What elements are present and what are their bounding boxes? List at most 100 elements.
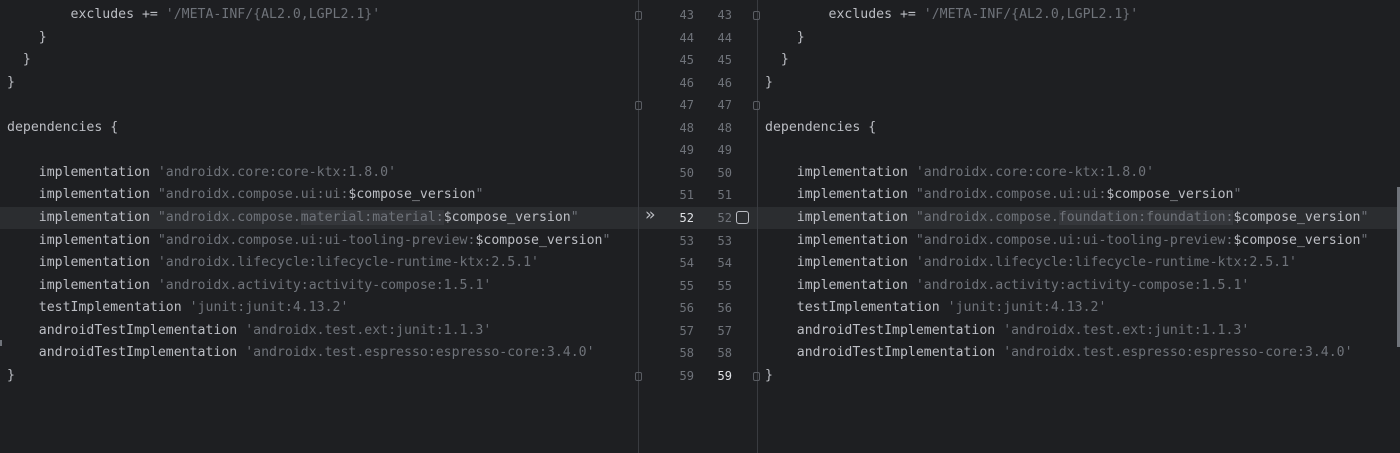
code-line[interactable]: implementation 'androidx.core:core-ktx:1… xyxy=(758,162,1400,184)
changed-text-highlight: foundation:foundation: xyxy=(1058,209,1234,225)
diff-gutter: 43 43 44 44 45 45 46 46 47 47 48 48 49 49 50 50 51 51 52 52… xyxy=(635,0,760,453)
code-text: implementation 'androidx.core:core-ktx:1… xyxy=(7,164,397,180)
code-line[interactable]: } xyxy=(758,49,1400,71)
code-line[interactable]: excludes += '/META-INF/{AL2.0,LGPL2.1}' xyxy=(758,4,1400,26)
left-line-number: 46 xyxy=(679,75,694,90)
code-line[interactable]: implementation "androidx.compose.ui:ui:$… xyxy=(758,184,1400,206)
fold-marker-left-icon[interactable] xyxy=(635,11,642,20)
code-line[interactable]: implementation "androidx.compose.ui:ui-t… xyxy=(0,230,638,252)
checkbox-icon[interactable] xyxy=(736,210,749,224)
code-line[interactable]: implementation 'androidx.lifecycle:lifec… xyxy=(758,252,1400,274)
code-text: } xyxy=(765,367,773,383)
right-line-number: 51 xyxy=(717,188,732,203)
right-line-number: 45 xyxy=(717,53,732,68)
left-editor-pane[interactable]: excludes += '/META-INF/{AL2.0,LGPL2.1}' … xyxy=(0,0,638,453)
gutter-row: 56 56 xyxy=(639,297,757,319)
code-line[interactable]: testImplementation 'junit:junit:4.13.2' xyxy=(0,297,638,319)
fold-marker-left-icon[interactable] xyxy=(635,371,642,381)
code-line[interactable]: implementation 'androidx.activity:activi… xyxy=(0,275,638,297)
code-text: implementation "androidx.compose.ui:ui-t… xyxy=(7,232,611,248)
code-line[interactable]: testImplementation 'junit:junit:4.13.2' xyxy=(758,297,1400,319)
code-line[interactable]: } xyxy=(0,49,638,71)
code-text: } xyxy=(7,52,31,68)
code-text: dependencies { xyxy=(765,119,877,135)
right-line-number: 59 xyxy=(717,368,732,383)
code-text: dependencies { xyxy=(7,119,119,135)
left-line-number: 43 xyxy=(679,8,694,22)
gutter-row: 58 58 xyxy=(639,342,757,364)
left-line-number: 53 xyxy=(679,233,694,248)
code-line[interactable]: implementation "androidx.compose.ui:ui-t… xyxy=(758,230,1400,252)
gutter-row: 53 53 xyxy=(639,230,757,252)
left-scrollbar-marker[interactable] xyxy=(0,340,2,346)
gutter-row: 43 43 xyxy=(639,4,757,26)
left-line-number: 45 xyxy=(679,53,694,68)
code-line[interactable] xyxy=(758,139,1400,161)
left-line-number: 44 xyxy=(679,30,694,45)
code-text: } xyxy=(7,74,15,90)
right-line-number: 47 xyxy=(717,98,732,113)
code-text: implementation "androidx.compose. xyxy=(765,209,1059,225)
code-text: androidTestImplementation 'androidx.test… xyxy=(765,345,1353,361)
code-line[interactable]: } xyxy=(758,365,1400,387)
code-text: implementation 'androidx.lifecycle:lifec… xyxy=(7,255,539,271)
code-text: $compose_version" xyxy=(1233,209,1369,225)
gutter-row: 54 54 xyxy=(639,252,757,274)
code-text: } xyxy=(7,29,47,45)
code-line[interactable]: implementation "androidx.compose.ui:ui:$… xyxy=(0,184,638,206)
code-line[interactable]: } xyxy=(0,365,638,387)
left-line-number: 50 xyxy=(679,165,694,180)
double-chevron-right-icon[interactable]: » xyxy=(645,206,655,223)
code-text: androidTestImplementation 'androidx.test… xyxy=(7,345,595,361)
diff-viewer: excludes += '/META-INF/{AL2.0,LGPL2.1}' … xyxy=(0,0,1400,453)
code-text: implementation 'androidx.core:core-ktx:1… xyxy=(765,164,1155,180)
code-text: excludes += '/META-INF/{AL2.0,LGPL2.1}' xyxy=(765,7,1139,22)
right-line-number: 49 xyxy=(717,143,732,158)
right-editor-pane[interactable]: excludes += '/META-INF/{AL2.0,LGPL2.1}' … xyxy=(758,0,1400,453)
left-line-number: 59 xyxy=(679,368,694,383)
gutter-row: 47 47 xyxy=(639,94,757,116)
code-line[interactable]: androidTestImplementation 'androidx.test… xyxy=(758,342,1400,364)
gutter-row: 51 51 xyxy=(639,184,757,206)
code-text: testImplementation 'junit:junit:4.13.2' xyxy=(7,300,349,316)
gutter-row: 59 59 xyxy=(639,365,757,387)
code-text: implementation "androidx.compose.ui:ui:$… xyxy=(765,187,1242,203)
left-line-number: 56 xyxy=(679,301,694,316)
code-text: implementation 'androidx.activity:activi… xyxy=(7,277,492,293)
code-line[interactable]: dependencies { xyxy=(0,117,638,139)
code-line[interactable]: implementation "androidx.compose.foundat… xyxy=(758,206,1400,229)
right-line-number: 44 xyxy=(717,30,732,45)
code-line[interactable] xyxy=(0,139,638,161)
code-line[interactable] xyxy=(0,94,638,116)
left-line-number: 57 xyxy=(679,323,694,338)
right-line-number: 53 xyxy=(717,233,732,248)
right-line-number: 56 xyxy=(717,301,732,316)
code-text: androidTestImplementation 'androidx.test… xyxy=(765,322,1250,338)
gutter-row: 50 50 xyxy=(639,162,757,184)
right-line-number: 54 xyxy=(717,256,732,271)
gutter-row: 46 46 xyxy=(639,72,757,94)
right-line-number: 46 xyxy=(717,75,732,90)
code-text: implementation 'androidx.lifecycle:lifec… xyxy=(765,255,1297,271)
code-line[interactable]: androidTestImplementation 'androidx.test… xyxy=(0,342,638,364)
code-text: testImplementation 'junit:junit:4.13.2' xyxy=(765,300,1107,316)
fold-marker-left-icon[interactable] xyxy=(635,101,642,111)
code-line[interactable]: implementation 'androidx.core:core-ktx:1… xyxy=(0,162,638,184)
code-line[interactable]: androidTestImplementation 'androidx.test… xyxy=(758,320,1400,342)
right-line-number: 57 xyxy=(717,323,732,338)
code-line[interactable]: implementation "androidx.compose.materia… xyxy=(0,206,638,229)
code-line[interactable]: } xyxy=(758,72,1400,94)
code-line[interactable]: } xyxy=(758,27,1400,49)
code-line[interactable]: } xyxy=(0,72,638,94)
code-line[interactable]: excludes += '/META-INF/{AL2.0,LGPL2.1}' xyxy=(0,4,638,26)
code-line[interactable] xyxy=(758,94,1400,116)
code-line[interactable]: implementation 'androidx.lifecycle:lifec… xyxy=(0,252,638,274)
code-line[interactable]: implementation 'androidx.activity:activi… xyxy=(758,275,1400,297)
left-line-number: 58 xyxy=(679,346,694,361)
code-text: excludes += '/META-INF/{AL2.0,LGPL2.1}' xyxy=(7,7,381,22)
right-line-number: 58 xyxy=(717,346,732,361)
code-line[interactable]: } xyxy=(0,27,638,49)
code-line[interactable]: androidTestImplementation 'androidx.test… xyxy=(0,320,638,342)
code-line[interactable]: dependencies { xyxy=(758,117,1400,139)
code-text: } xyxy=(7,367,15,383)
